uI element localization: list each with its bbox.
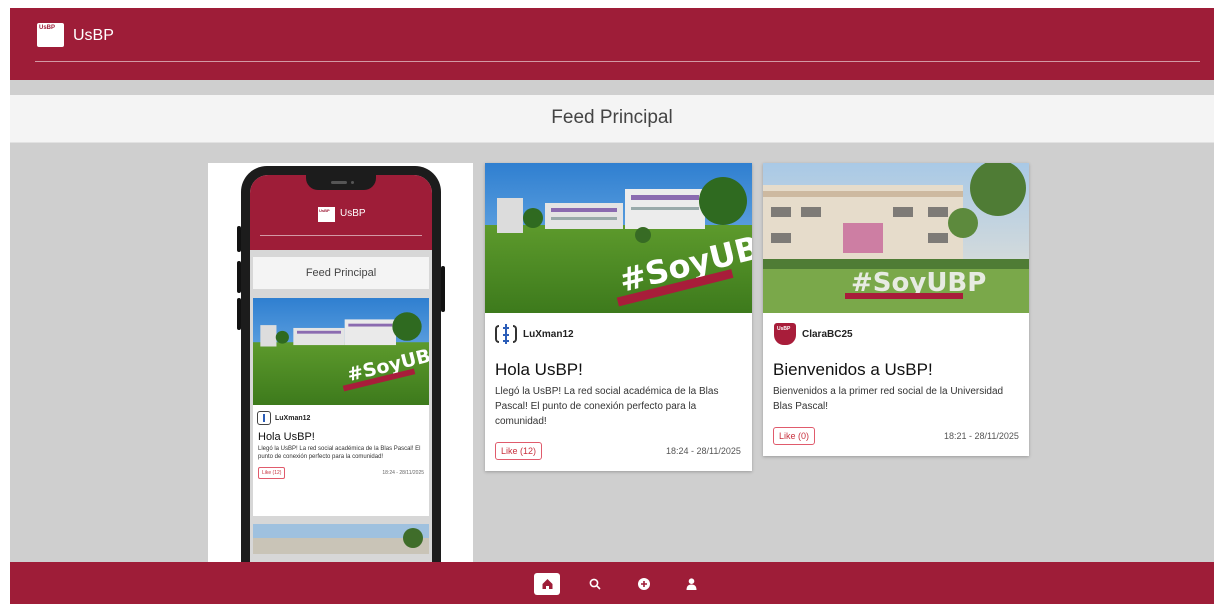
phone-side-button — [237, 298, 241, 330]
phone-next-post-image — [253, 524, 429, 554]
app-frame: UsBP UsBP Feed Principal UsBP UsBP Feed — [10, 8, 1214, 604]
page-title: Feed Principal — [551, 107, 673, 128]
phone-side-button — [237, 261, 241, 293]
phone-like-button[interactable]: Like (12) — [258, 467, 286, 479]
phone-post-footer: Like (12) 18:24 - 28/11/2025 — [253, 461, 429, 479]
phone-logo: UsBP — [318, 207, 335, 222]
phone-feed-title: Feed Principal — [253, 257, 429, 289]
post-body: Llegó la UsBP! La red social académica d… — [495, 386, 719, 427]
phone-preview-panel: UsBP UsBP Feed Principal #SoyUBP LuXman1… — [208, 163, 473, 604]
phone-app-title: UsBP — [340, 208, 366, 219]
search-icon[interactable] — [582, 573, 608, 595]
post-user[interactable]: UsBP ClaraBC25 — [774, 323, 853, 345]
bottom-nav — [10, 562, 1214, 604]
like-button[interactable]: Like (12) — [495, 442, 543, 460]
phone-power-button — [441, 266, 445, 312]
post-username: ClaraBC25 — [802, 328, 853, 340]
phone-post-title: Hola UsBP! — [258, 431, 315, 443]
post-title: Bienvenidos a UsBP! — [773, 360, 933, 379]
post-username: LuXman12 — [523, 328, 574, 340]
logo-text: UsBP — [39, 25, 56, 31]
phone-screen: UsBP UsBP Feed Principal #SoyUBP LuXman1… — [250, 175, 432, 604]
phone-post-body: Llegó la UsBP! La red social académica d… — [258, 446, 421, 460]
header-divider — [35, 61, 1200, 62]
post-image: #SoyUBP — [763, 163, 1029, 313]
app-title[interactable]: UsBP — [73, 27, 114, 45]
phone-post-user: LuXman12 — [253, 405, 429, 425]
post-card: #SoyUBP LuXman12 Hola UsBP! Llegó la UsB… — [485, 163, 752, 471]
post-title: Hola UsBP! — [495, 360, 583, 379]
home-icon[interactable] — [534, 573, 560, 595]
phone-post-image: #SoyUBP — [253, 298, 429, 405]
phone-post-username: LuXman12 — [275, 414, 311, 422]
phone-mockup: UsBP UsBP Feed Principal #SoyUBP LuXman1… — [237, 166, 445, 604]
post-image: #SoyUBP — [485, 163, 752, 313]
like-button[interactable]: Like (0) — [773, 427, 816, 445]
top-header: UsBP UsBP — [10, 8, 1214, 80]
usbp-bracket-logo-icon — [495, 323, 517, 345]
usbp-bracket-logo-icon — [257, 411, 271, 425]
phone-notch — [306, 175, 376, 190]
post-card: #SoyUBP UsBP ClaraBC25 Bienvenidos a UsB… — [763, 163, 1029, 456]
plus-circle-icon[interactable] — [631, 573, 657, 595]
usbp-shield-logo-icon: UsBP — [774, 323, 796, 345]
phone-header-divider — [260, 235, 422, 236]
post-timestamp: 18:21 - 28/11/2025 — [944, 431, 1019, 441]
phone-logo-text: UsBP — [319, 208, 330, 213]
feed-header: Feed Principal — [10, 95, 1214, 143]
phone-side-button — [237, 226, 241, 252]
phone-post-card: #SoyUBP LuXman12 Hola UsBP! Llegó la UsB… — [253, 298, 429, 516]
post-body: Bienvenidos a la primer red social de la… — [773, 386, 1004, 412]
usbp-logo[interactable]: UsBP — [37, 23, 64, 47]
user-icon[interactable] — [678, 573, 704, 595]
post-user[interactable]: LuXman12 — [495, 323, 574, 345]
post-timestamp: 18:24 - 28/11/2025 — [666, 446, 741, 456]
phone-post-timestamp: 18:24 - 28/11/2025 — [382, 470, 424, 476]
